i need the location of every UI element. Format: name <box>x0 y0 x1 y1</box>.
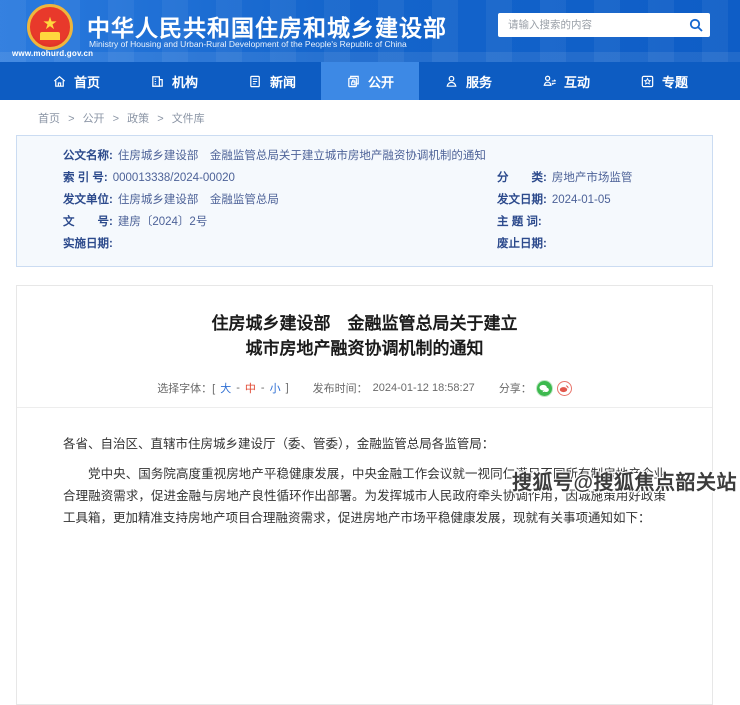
nav-label: 专题 <box>662 72 688 91</box>
breadcrumb-home[interactable]: 首页 <box>38 113 60 125</box>
emblem-star: ★ <box>42 15 57 32</box>
breadcrumb-separator: > <box>113 113 119 125</box>
site-title: 中华人民共和国住房和城乡建设部 <box>87 9 447 43</box>
meta-row-subject-words: 主 题 词: <box>497 211 712 233</box>
meta-label: 分 类: <box>497 167 547 189</box>
site-url: www.mohurd.gov.cn <box>12 49 93 58</box>
breadcrumb-separator: > <box>157 113 163 125</box>
meta-row-effective-date: 实施日期: <box>17 233 497 255</box>
font-size-separator: - <box>236 382 240 394</box>
meta-row-repeal-date: 废止日期: <box>497 233 712 255</box>
weibo-share-icon[interactable] <box>557 381 572 396</box>
meta-row-category: 分 类: 房地产市场监管 <box>497 167 712 189</box>
meta-row-index-no: 索 引 号: 000013338/2024-00020 <box>17 167 497 189</box>
article-paragraph: 党中央、国务院高度重视房地产平稳健康发展，中央金融工作会议就一视同仁满足不同所有… <box>63 463 666 529</box>
breadcrumb: 首页 > 公开 > 政策 > 文件库 <box>0 100 740 135</box>
national-emblem-icon: ★ <box>27 4 73 50</box>
meta-value: 000013338/2024-00020 <box>113 167 235 189</box>
font-size-medium-button[interactable]: 中 <box>245 380 256 396</box>
meta-label: 索 引 号: <box>17 167 108 189</box>
search-box[interactable] <box>498 13 710 37</box>
font-size-bracket: ] <box>286 382 289 394</box>
article-body: 各省、自治区、直辖市住房城乡建设厅（委、管委），金融监管总局各监管局： 党中央、… <box>17 433 712 529</box>
nav-item-services[interactable]: 服务 <box>419 62 517 100</box>
font-size-separator: - <box>261 382 265 394</box>
topic-icon <box>640 74 655 89</box>
article-title: 住房城乡建设部 金融监管总局关于建立 城市房地产融资协调机制的通知 <box>17 311 712 361</box>
disclosure-icon <box>346 74 361 89</box>
article-title-line2: 城市房地产融资协调机制的通知 <box>17 336 712 361</box>
interact-icon <box>542 74 557 89</box>
font-size-label: 选择字体：[ <box>157 380 215 396</box>
meta-label: 废止日期: <box>497 233 547 255</box>
meta-label: 发文单位: <box>17 189 113 211</box>
meta-row-issuer: 发文单位: 住房城乡建设部 金融监管总局 <box>17 189 497 211</box>
nav-label: 服务 <box>466 72 492 91</box>
meta-row-issue-date: 发文日期: 2024-01-05 <box>497 189 712 211</box>
building-icon <box>150 74 165 89</box>
nav-item-disclosure[interactable]: 公开 <box>321 62 419 100</box>
site-banner: ★ www.mohurd.gov.cn 中华人民共和国住房和城乡建设部 Mini… <box>0 0 740 62</box>
meta-row-doc-number: 文 号: 建房〔2024〕2号 <box>17 211 497 233</box>
publish-time-label: 发布时间： <box>313 380 368 396</box>
nav-label: 互动 <box>564 72 590 91</box>
search-input[interactable] <box>498 19 682 31</box>
emblem-gate <box>40 32 60 40</box>
publish-time-value: 2024-01-12 18:58:27 <box>373 382 475 394</box>
nav-label: 首页 <box>74 72 100 91</box>
home-icon <box>52 74 67 89</box>
meta-value: 住房城乡建设部 金融监管总局关于建立城市房地产融资协调机制的通知 <box>118 145 486 167</box>
font-size-small-button[interactable]: 小 <box>270 380 281 396</box>
nav-label: 公开 <box>368 72 394 91</box>
article-title-line1: 住房城乡建设部 金融监管总局关于建立 <box>17 311 712 336</box>
site-subtitle: Ministry of Housing and Urban-Rural Deve… <box>89 39 407 49</box>
nav-item-orgs[interactable]: 机构 <box>125 62 223 100</box>
meta-label: 主 题 词: <box>497 211 542 233</box>
article-panel: 住房城乡建设部 金融监管总局关于建立 城市房地产融资协调机制的通知 选择字体：[… <box>16 285 713 705</box>
nav-item-home[interactable]: 首页 <box>27 62 125 100</box>
meta-label: 文 号: <box>17 211 113 233</box>
nav-label: 机构 <box>172 72 198 91</box>
font-size-large-button[interactable]: 大 <box>220 380 231 396</box>
meta-value: 房地产市场监管 <box>552 167 633 189</box>
service-icon <box>444 74 459 89</box>
nav-item-news[interactable]: 新闻 <box>223 62 321 100</box>
meta-value: 住房城乡建设部 金融监管总局 <box>118 189 279 211</box>
news-icon <box>248 74 263 89</box>
meta-label: 公文名称: <box>17 145 113 167</box>
nav-item-interaction[interactable]: 互动 <box>517 62 615 100</box>
breadcrumb-disclosure[interactable]: 公开 <box>83 113 105 125</box>
meta-value: 2024-01-05 <box>552 189 611 211</box>
meta-row-doc-name: 公文名称: 住房城乡建设部 金融监管总局关于建立城市房地产融资协调机制的通知 <box>17 145 712 167</box>
search-icon[interactable] <box>682 13 710 37</box>
meta-label: 实施日期: <box>17 233 113 255</box>
meta-value: 建房〔2024〕2号 <box>118 211 207 233</box>
breadcrumb-policy[interactable]: 政策 <box>127 113 149 125</box>
article-greeting: 各省、自治区、直辖市住房城乡建设厅（委、管委），金融监管总局各监管局： <box>63 433 666 455</box>
nav-item-topics[interactable]: 专题 <box>615 62 713 100</box>
main-nav: 首页 机构 新闻 公开 <box>0 62 740 100</box>
wechat-share-icon[interactable] <box>537 381 552 396</box>
breadcrumb-separator: > <box>68 113 74 125</box>
meta-label: 发文日期: <box>497 189 547 211</box>
nav-label: 新闻 <box>270 72 296 91</box>
breadcrumb-library[interactable]: 文件库 <box>172 113 205 125</box>
document-meta-box: 公文名称: 住房城乡建设部 金融监管总局关于建立城市房地产融资协调机制的通知 索… <box>16 135 713 267</box>
article-meta-row: 选择字体：[ 大 - 中 - 小 ] 发布时间： 2024-01-12 18:5… <box>17 380 712 408</box>
share-label: 分享： <box>499 380 532 396</box>
